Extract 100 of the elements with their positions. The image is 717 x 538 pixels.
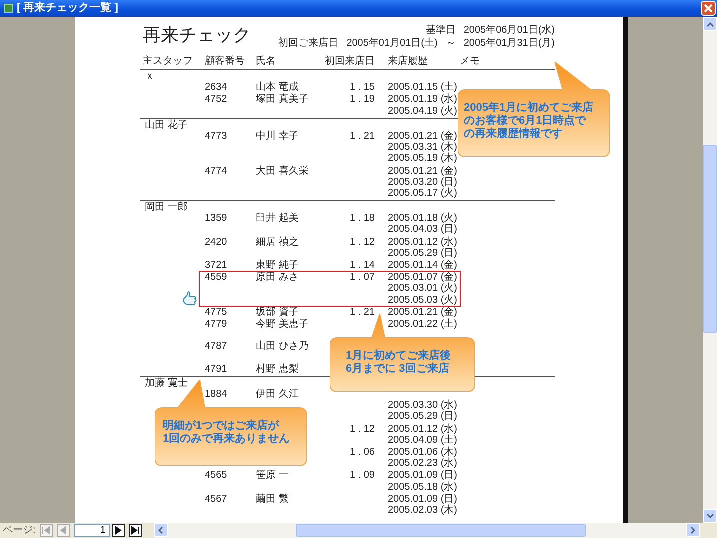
scroll-thumb[interactable] [703, 145, 717, 333]
customer-number: 1359 [205, 213, 228, 224]
customer-name: 笹原 一 [256, 470, 289, 482]
customer-number: 1884 [205, 389, 228, 400]
staff-name: ｘ [145, 71, 155, 82]
next-page-button[interactable] [112, 524, 125, 537]
visit-date: 2005.01.07 (金) [388, 272, 458, 284]
visit-date: 2005.01.21 (金) [388, 130, 458, 142]
customer-name: 臼井 起美 [256, 213, 299, 224]
staff-name: 加藤 寛士 [145, 378, 188, 389]
callout-text: 1月に初めてご来店後 6月までに 3回ご来店 [346, 350, 452, 376]
first-visit-date: 1 . 12 [350, 424, 375, 435]
staff-name: 岡田 一郎 [145, 202, 188, 214]
visit-date: 2005.01.21 (金) [388, 306, 458, 318]
visit-date: 2005.01.09 (日) [388, 470, 458, 482]
column-header: 顧客番号 [205, 56, 246, 68]
customer-name: 村野 恵梨 [256, 364, 299, 375]
scroll-up-button[interactable] [703, 17, 717, 31]
scroll-thumb[interactable] [296, 524, 586, 537]
criteria-value: 2005年01月01日(土) [346, 37, 438, 50]
customer-number: 4559 [205, 272, 228, 284]
customer-number: 4791 [205, 364, 228, 375]
visit-date: 2005.05.17 (火) [388, 188, 458, 199]
customer-number: 3721 [205, 260, 228, 271]
customer-number: 4752 [205, 94, 228, 106]
visit-date: 2005.01.21 (金) [388, 166, 458, 176]
column-header: 主スタッフ [143, 56, 194, 68]
first-visit-date: 1 . 07 [350, 272, 375, 284]
visit-date: 2005.05.29 (日) [388, 411, 458, 422]
page-label: ページ: [2, 524, 37, 538]
back-triangle-icon [58, 526, 68, 535]
last-page-button[interactable] [128, 524, 142, 537]
visit-date: 2005.01.06 (木) [388, 447, 458, 458]
app-icon [4, 4, 13, 13]
close-icon [704, 4, 713, 13]
visit-date: 2005.04.03 (日) [388, 224, 458, 236]
customer-number: 4787 [205, 341, 228, 352]
customer-name: 原田 みさ [256, 272, 299, 284]
first-visit-date: 1 . 12 [350, 236, 375, 248]
customer-number: 4565 [205, 470, 228, 482]
customer-number: 2420 [205, 236, 228, 248]
customer-number: 2634 [205, 82, 228, 94]
criteria-value: 2005年06月01日(水) [464, 24, 555, 37]
skip-back-icon [42, 526, 51, 535]
visit-date: 2005.05.19 (木) [388, 153, 458, 164]
skip-forward-icon [130, 526, 140, 535]
customer-number: 4567 [205, 494, 228, 505]
customer-name: 細居 禎之 [256, 236, 299, 248]
customer-name: 繭田 繁 [256, 494, 289, 505]
callout-text: 2005年1月に初めてご来店 のお客様で6月1日時点で の再来履歴情報です [464, 102, 594, 141]
customer-number: 4775 [205, 306, 228, 318]
visit-date: 2005.01.12 (水) [388, 236, 458, 248]
scroll-down-button[interactable] [703, 509, 717, 523]
range-separator: ～ [446, 37, 456, 50]
callout-text: 明細が1つではご来店が 1回のみで再来ありません [163, 420, 290, 446]
scroll-left-button[interactable] [154, 523, 168, 537]
page-number-field[interactable]: 1 [74, 524, 110, 537]
visit-date: 2005.03.30 (水) [388, 400, 458, 412]
window-title: [ 再来チェック一覧 ] [17, 0, 118, 16]
customer-name: 坂部 資子 [256, 306, 299, 318]
criteria-label: 基準日 [426, 24, 456, 37]
visit-date: 2005.03.01 (火) [388, 283, 458, 294]
first-visit-date: 1 . 15 [350, 82, 375, 94]
column-header: メモ [460, 56, 481, 68]
hand-cursor-icon [181, 290, 198, 307]
play-triangle-icon [114, 526, 123, 535]
criteria-value: 2005年01月31日(月) [464, 37, 555, 50]
customer-name: 山田 ひさ乃 [256, 341, 309, 352]
customer-name: 東野 純子 [256, 260, 299, 271]
column-header: 来店履歴 [387, 56, 429, 68]
customer-name: 中川 幸子 [256, 130, 299, 142]
visit-date: 2005.01.14 (金) [388, 260, 458, 271]
first-visit-date: 1 . 18 [350, 213, 375, 224]
visit-date: 2005.02.23 (水) [388, 458, 458, 470]
visit-date: 2005.02.03 (木) [388, 504, 458, 516]
visit-date: 2005.01.22 (土) [388, 318, 458, 330]
vertical-scrollbar[interactable] [703, 17, 717, 523]
visit-date: 2005.01.15 (土) [388, 82, 458, 94]
first-visit-date: 1 . 14 [350, 260, 375, 271]
staff-name: 山田 花子 [145, 120, 188, 131]
first-visit-date: 1 . 21 [350, 130, 375, 142]
first-visit-date: 1 . 09 [350, 470, 375, 482]
close-button[interactable] [701, 1, 716, 16]
column-header: 初回来店日 [324, 56, 375, 68]
report-title: 再来チェック [143, 24, 251, 46]
customer-number: 4774 [205, 166, 228, 176]
customer-name: 大田 喜久栄 [256, 166, 309, 176]
first-visit-date: 1 . 21 [350, 306, 375, 318]
visit-date: 2005.01.18 (火) [388, 213, 458, 224]
scroll-right-button[interactable] [686, 523, 700, 537]
criteria-label: 初回ご来店日 [278, 37, 339, 50]
customer-name: 伊田 久江 [256, 389, 299, 400]
visit-date: 2005.03.20 (日) [388, 176, 458, 188]
visit-date: 2005.01.19 (水) [388, 94, 458, 106]
horizontal-scrollbar[interactable] [154, 523, 700, 538]
visit-date: 2005.05.18 (水) [388, 482, 458, 493]
visit-date: 2005.01.09 (日) [388, 494, 458, 505]
visit-date: 2005.04.19 (火) [388, 106, 458, 117]
visit-date: 2005.01.12 (水) [388, 424, 458, 435]
column-header: 氏名 [256, 56, 277, 68]
